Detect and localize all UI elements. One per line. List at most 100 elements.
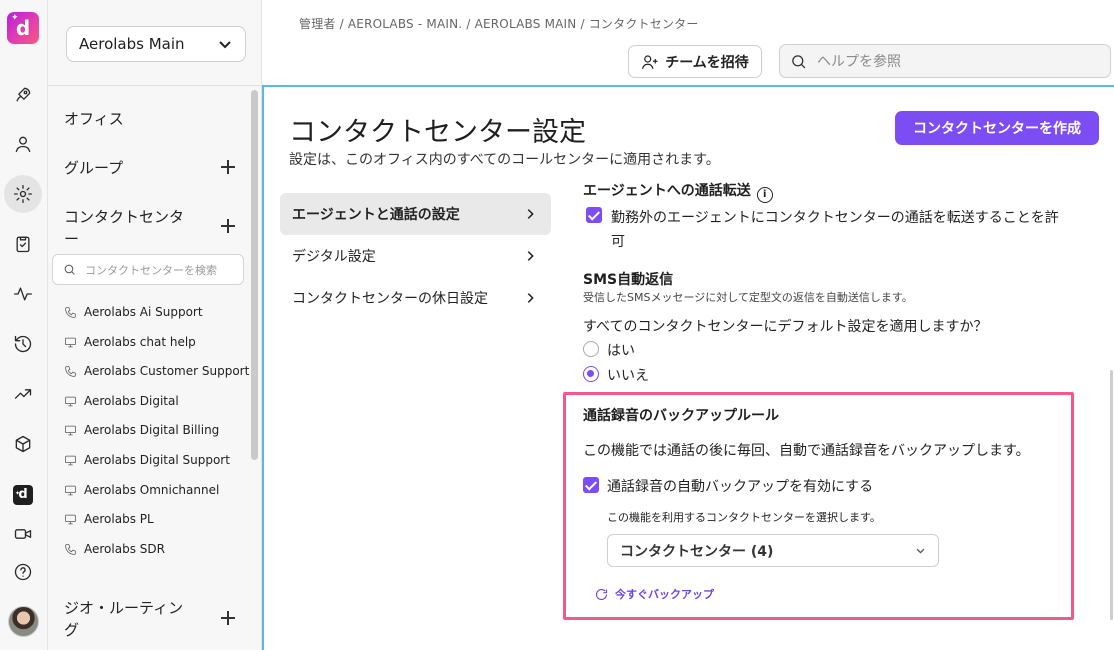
sms-section-title: SMS自動返信 [583,272,674,288]
help-search-placeholder: ヘルプを参照 [817,54,901,70]
page-title: コンタクトセンター設定 [289,117,586,148]
list-item-label: Aerolabs Customer Support [84,364,250,378]
contact-center-multiselect[interactable]: コンタクトセンター (4) [607,534,939,567]
monitor-icon [65,514,76,524]
list-item-label: Aerolabs Ai Support [84,305,203,319]
history-icon[interactable] [4,325,42,363]
list-item-label: Aerolabs Omnichannel [84,483,220,497]
avatar[interactable] [8,606,39,637]
add-contact-center-icon[interactable] [220,218,236,234]
transfer-label-line1: 勤務外のエージェントにコンタクトセンターの通話を転送することを許 [611,210,1059,226]
page-subtitle: 設定は、このオフィス内のすべてのコールセンターに適用されます。 [289,152,720,168]
list-item[interactable]: Aerolabs Digital [64,391,179,411]
invite-team-button[interactable]: チームを招待 [628,45,762,78]
sidebar-item-group[interactable]: グループ [64,157,123,178]
subnav-holiday-settings[interactable]: コンタクトセンターの休日設定 [280,277,551,319]
subnav-agent-call-settings[interactable]: エージェントと通話の設定 [280,193,551,235]
sms-description: 受信したSMSメッセージに対して定型文の返信を自動送信します。 [583,291,913,304]
chevron-down-icon [916,548,925,554]
invite-team-label: チームを招待 [665,54,749,71]
chevron-down-icon [219,41,231,49]
backup-enable-checkbox[interactable] [583,477,599,493]
rocket-icon[interactable] [4,76,42,114]
search-icon [64,264,75,275]
gear-icon[interactable] [4,175,42,213]
main-scrollbar[interactable] [1110,370,1113,620]
add-group-icon[interactable] [220,159,236,175]
subnav-label: デジタル設定 [292,249,376,265]
phone-icon [65,543,76,555]
info-icon[interactable]: i [756,187,773,203]
transfer-section-title: エージェントへの通話転送 i [583,180,773,203]
app-logo[interactable]: ✦ d [7,12,39,44]
radio-no[interactable] [583,366,599,382]
office-select-value: Aerolabs Main [79,35,185,53]
refresh-icon [596,588,608,600]
search-icon [792,54,806,68]
transfer-checkbox-label: 勤務外のエージェントにコンタクトセンターの通話を転送することを許 可 [611,206,1059,254]
phone-icon [65,306,76,318]
list-item-label: Aerolabs chat help [84,335,196,349]
add-user-icon [642,54,658,69]
office-select[interactable]: Aerolabs Main [66,26,246,62]
subnav-label: コンタクトセンターの休日設定 [292,291,488,307]
activity-icon[interactable] [4,275,42,313]
subnav-label: エージェントと通話の設定 [292,207,460,223]
trending-icon[interactable] [4,375,42,413]
create-contact-center-button[interactable]: コンタクトセンターを作成 [895,111,1099,145]
sidebar-item-contact-center[interactable]: コンタクトセンタ ー [64,206,184,250]
sidebar: Aerolabs Main オフィス グループ コンタクトセンタ ー コンタクト… [48,0,262,650]
add-geo-routing-icon[interactable] [220,610,236,626]
video-icon[interactable] [4,515,42,553]
radio-yes-label: はい [607,343,635,359]
subnav-digital-settings[interactable]: デジタル設定 [280,235,551,277]
help-icon[interactable] [4,553,42,591]
contact-center-search-input[interactable]: コンタクトセンターを検索 [52,254,244,285]
list-item[interactable]: Aerolabs Digital Support [64,450,230,470]
backup-select-hint: この機能を利用するコンタクトセンターを選択します。 [607,511,881,524]
radio-yes[interactable] [583,341,599,357]
cube-icon[interactable] [4,425,42,463]
help-search-input[interactable]: ヘルプを参照 [779,44,1111,78]
sidebar-item-label: ジオ・ルーティン [64,599,184,617]
backup-enable-label: 通話録音の自動バックアップを有効にする [607,479,874,495]
backup-now-link[interactable]: 今すぐバックアップ [594,586,714,602]
sms-question: すべてのコンタクトセンターにデフォルト設定を適用しますか？ [583,319,988,335]
chevron-right-icon [527,251,534,261]
sidebar-scrollbar[interactable] [251,90,258,460]
dialpad-logo-icon[interactable]: ✦ d [4,476,42,514]
transfer-checkbox[interactable] [586,207,602,223]
list-item[interactable]: Aerolabs SDR [64,539,165,559]
clipboard-icon[interactable] [4,225,42,263]
monitor-icon [65,425,76,435]
backup-section-title: 通話録音のバックアップルール [583,408,779,424]
list-item-label: Aerolabs Digital Billing [84,423,220,437]
list-item-label: Aerolabs SDR [84,542,165,556]
backup-now-label: 今すぐバックアップ [615,588,714,601]
list-item[interactable]: Aerolabs Digital Billing [64,420,219,440]
sidebar-item-label-cont: グ [64,621,80,639]
monitor-icon [65,455,76,465]
radio-no-label: いいえ [607,368,649,384]
breadcrumb[interactable]: 管理者 / AEROLABS - MAIN. / AEROLABS MAIN /… [299,15,699,32]
sidebar-item-geo-routing[interactable]: ジオ・ルーティン グ [64,597,183,641]
list-item[interactable]: Aerolabs Omnichannel [64,480,219,500]
sidebar-divider [48,85,261,86]
sidebar-item-label-cont: ー [64,230,80,248]
list-item[interactable]: Aerolabs PL [64,509,154,529]
list-item[interactable]: Aerolabs Customer Support [64,361,249,381]
sidebar-item-office[interactable]: オフィス [64,108,124,129]
chevron-right-icon [527,293,534,303]
monitor-icon [65,396,76,406]
list-item-label: Aerolabs Digital Support [84,453,230,467]
chevron-right-icon [527,209,534,219]
list-item[interactable]: Aerolabs Ai Support [64,302,203,322]
multiselect-value: コンタクトセンター (4) [620,543,774,560]
phone-icon [65,365,76,377]
user-icon[interactable] [4,125,42,163]
backup-description: この機能では通話の後に毎回、自動で通話録音をバックアップします。 [583,443,1030,459]
monitor-icon [65,337,76,347]
list-item[interactable]: Aerolabs chat help [64,332,196,352]
transfer-title-text: エージェントへの通話転送 [583,183,751,199]
sidebar-item-label: コンタクトセンタ [64,208,185,226]
